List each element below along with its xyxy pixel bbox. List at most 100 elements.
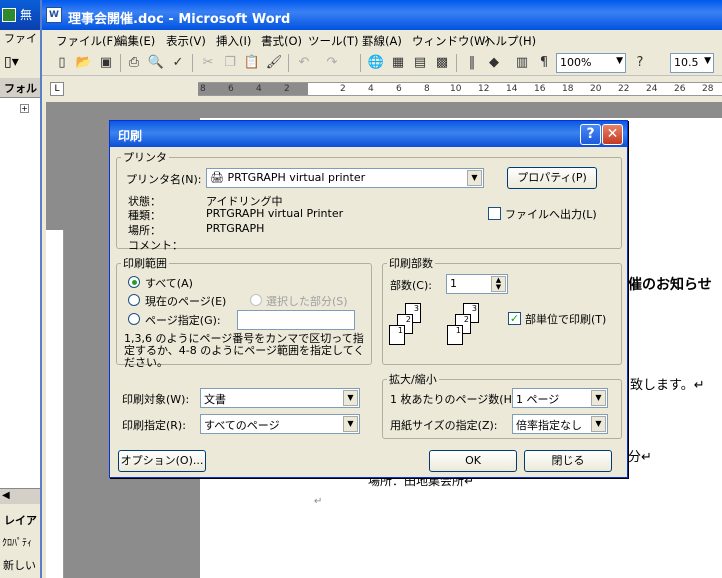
ruler-number: 2 [284,84,290,94]
zoom-value: 100% [560,56,592,69]
chevron-down-icon[interactable]: ▼ [616,56,623,66]
ruler-number: 28 [702,84,714,94]
ruler-number: 18 [562,84,574,94]
open-icon[interactable]: 📂 [74,53,94,73]
dialog-titlebar[interactable]: 印刷 ? ✕ [110,121,627,147]
print-preview-icon[interactable]: 🔍 [146,53,166,73]
ok-button[interactable]: OK [429,450,517,472]
save-icon[interactable]: ▣ [96,53,116,73]
printer-group: プリンタ [116,149,622,249]
collate-checkbox[interactable]: ✓ [508,312,521,325]
menu-window[interactable]: ウィンドウ(W) [412,33,490,49]
tab-selector[interactable]: L [50,82,64,96]
chevron-down-icon[interactable]: ▼ [704,56,711,66]
print-value: すべてのページ [204,419,280,432]
menu-help[interactable]: ヘルプ(H) [484,33,536,49]
insert-table-icon[interactable]: ▤ [410,53,430,73]
hyperlink-icon[interactable]: 🌐 [366,53,386,73]
chevron-down-icon[interactable]: ▼ [343,390,358,406]
menu-insert[interactable]: 挿入(I) [216,33,251,49]
printer-name-select[interactable]: 🖨 PRTGRAPH virtual printer ▼ [206,168,484,188]
where-label: 場所： [128,224,161,237]
print-label: 印刷指定(R): [122,419,186,432]
toolbar-separator [456,54,457,72]
menu-format[interactable]: 書式(O) [261,33,302,49]
zoom-combo[interactable]: 100% ▼ [556,53,626,73]
menu-view[interactable]: 表示(V) [166,33,206,49]
collate-page-icon: 1 [389,325,405,345]
background-window-titlebar[interactable]: 無 [0,0,44,30]
help-icon[interactable]: ? [630,53,650,73]
background-panel-title: フォル [0,78,44,98]
cancel-button[interactable]: 閉じる [524,450,612,472]
spelling-icon[interactable]: ✓ [168,53,188,73]
paragraph-mark: ↵ [314,496,323,507]
new-icon[interactable]: ▯ [52,53,72,73]
horizontal-scrollbar[interactable]: ◀ [0,488,44,504]
folder-tree[interactable] [0,98,44,488]
range-all-radio[interactable] [128,276,140,288]
range-current-label: 現在のページ(E) [145,295,227,308]
help-button[interactable]: ? [580,124,601,145]
word-app-icon[interactable]: W [46,7,62,23]
insert-excel-icon[interactable]: ▩ [432,53,452,73]
copy-icon[interactable]: ❐ [220,53,240,73]
spinner-arrows-icon[interactable]: ▲ ▼ [491,276,506,292]
format-painter-icon[interactable]: 🖌 [264,53,284,73]
expand-icon[interactable]: + [20,104,29,113]
chevron-down-icon[interactable]: ▼ [591,416,606,432]
options-button[interactable]: オプション(O)... [118,450,206,472]
redo-icon[interactable]: ↷ [322,53,342,73]
chevron-down-icon[interactable]: ▼ [343,416,358,432]
background-tab-new[interactable]: 新しい [0,554,44,574]
scale-select[interactable]: 倍率指定なし ▼ [512,414,608,434]
copies-spinner[interactable]: 1 ▲ ▼ [446,274,508,294]
ruler-number: 8 [424,84,430,94]
undo-icon[interactable]: ↶ [294,53,314,73]
menu-edit[interactable]: 編集(E) [116,33,155,49]
print-icon[interactable]: ⎙ [124,53,144,73]
background-tab-property[interactable]: ｸﾛﾊﾟﾃｨ [0,532,44,550]
new-doc-icon[interactable]: ▯▾ [4,54,40,74]
page-range-legend: 印刷範囲 [123,257,167,270]
word-window-title: 理事会開催.doc - Microsoft Word [68,12,291,27]
menu-table[interactable]: 罫線(A) [362,33,402,49]
background-menu-file[interactable]: ファイ [4,30,37,46]
horizontal-ruler[interactable]: 8 6 4 2 2 4 6 8 10 12 14 16 18 20 22 24 … [198,82,722,96]
printer-icon: 🖨 [210,171,224,184]
chevron-down-icon[interactable]: ▼ [467,170,482,186]
collate-label: 部単位で印刷(T) [525,313,607,326]
tables-borders-icon[interactable]: ▦ [388,53,408,73]
word-titlebar[interactable]: W 理事会開催.doc - Microsoft Word [42,0,722,30]
range-pages-radio[interactable] [128,313,140,325]
cut-icon[interactable]: ✂ [198,53,218,73]
range-selection-radio[interactable] [250,294,262,306]
chevron-down-icon[interactable]: ▼ [591,390,606,406]
drawing-icon[interactable]: ◆ [484,53,504,73]
close-button[interactable]: ✕ [602,124,623,145]
paste-icon[interactable]: 📋 [242,53,262,73]
pages-per-sheet-select[interactable]: 1 ページ ▼ [512,388,608,408]
background-tab-layout[interactable]: レイア [0,510,44,530]
comment-label: コメント： [128,239,183,252]
columns-icon[interactable]: ‖ [462,53,482,73]
properties-button[interactable]: プロパティ(P) [507,167,597,189]
copies-label: 部数(C): [390,279,432,292]
background-window: 無 ファイ ▯▾ フォル + ◀ レイア ｸﾛﾊﾟﾃｨ 新しい [0,0,44,578]
print-what-select[interactable]: 文書 ▼ [200,388,360,408]
print-select[interactable]: すべてのページ ▼ [200,414,360,434]
dialog-title: 印刷 [118,129,143,143]
menu-file[interactable]: ファイル(F) [56,33,118,49]
show-hide-icon[interactable]: ¶ [534,53,554,73]
background-window-title: 無 [20,8,33,22]
range-current-radio[interactable] [128,294,140,306]
range-hint: 1,3,6 のようにページ番号をカンマで区切って指定するか、4-8 のようにペー… [124,332,365,369]
font-size-combo[interactable]: 10.5 ▼ [670,53,714,73]
vertical-ruler[interactable] [46,102,64,578]
range-all-label: すべて(A) [145,277,193,290]
print-to-file-checkbox[interactable] [488,207,501,220]
pages-input[interactable] [237,310,355,330]
document-map-icon[interactable]: ▥ [512,53,532,73]
copies-value: 1 [450,277,457,290]
menu-tools[interactable]: ツール(T) [308,33,359,49]
